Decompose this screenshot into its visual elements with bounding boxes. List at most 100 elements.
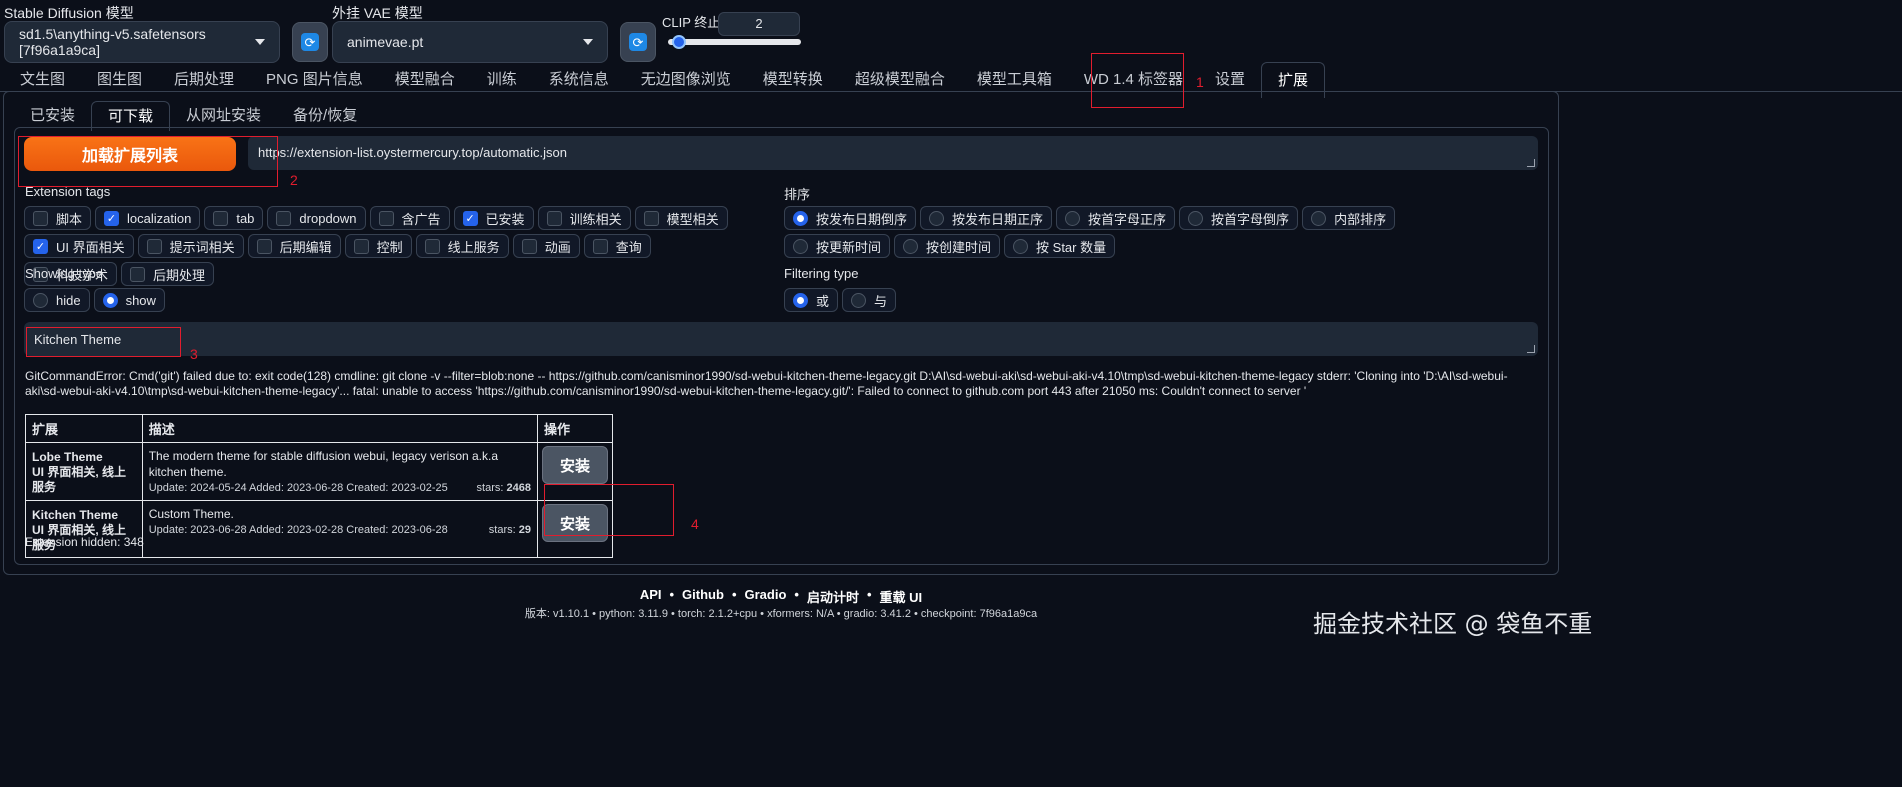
extension-search-input[interactable]: Kitchen Theme: [24, 322, 1538, 356]
showing-type-group: hide show: [24, 288, 165, 312]
footer-link[interactable]: 重载 UI: [880, 587, 923, 606]
tag-checkbox[interactable]: 查询: [583, 234, 651, 258]
option-label: 线上服务: [447, 239, 500, 255]
checkbox-icon[interactable]: [521, 238, 537, 254]
radio-icon[interactable]: [1311, 210, 1327, 226]
radio-icon[interactable]: [903, 238, 919, 254]
checkbox-icon[interactable]: [643, 210, 659, 226]
checkbox-checked-icon[interactable]: ✓: [104, 210, 120, 226]
option-label: 按创建时间: [926, 239, 992, 255]
stars-label: stars:: [476, 482, 504, 494]
option-label: 按 Star 数量: [1036, 239, 1107, 255]
install-button[interactable]: 安装: [541, 446, 608, 484]
clip-skip-input[interactable]: 2: [718, 12, 800, 36]
extension-tags-group: 脚本 ✓ localization tab dropdown 含广告 ✓ 已安装 训练相关 模型相…: [24, 206, 744, 286]
option-label: dropdown: [299, 210, 357, 226]
checkbox-icon[interactable]: [276, 210, 292, 226]
radio-selected-icon[interactable]: [793, 210, 808, 226]
checkbox-icon[interactable]: [146, 238, 162, 254]
option-label: 含广告: [401, 211, 441, 227]
tag-checkbox[interactable]: 脚本: [24, 206, 92, 230]
checkbox-icon[interactable]: [130, 266, 146, 282]
tag-checkbox[interactable]: ✓ 已安装: [453, 206, 534, 230]
radio-option[interactable]: 按 Star 数量: [1004, 234, 1116, 258]
filtering-type-group: 或与: [784, 288, 897, 312]
tag-checkbox[interactable]: 后期处理: [121, 262, 215, 286]
column-header-action: 操作: [536, 414, 614, 443]
checkbox-icon[interactable]: [256, 238, 272, 254]
vae-dropdown[interactable]: animevae.pt: [332, 21, 608, 63]
radio-option[interactable]: 按更新时间: [784, 234, 891, 258]
tag-checkbox[interactable]: 模型相关: [634, 206, 728, 230]
extension-description: The modern theme for stable diffusion we…: [148, 449, 499, 479]
checkbox-icon[interactable]: [592, 238, 608, 254]
radio-option[interactable]: 按首字母正序: [1056, 206, 1176, 230]
footer-separator: •: [866, 587, 872, 602]
radio-icon[interactable]: [929, 210, 945, 226]
tag-checkbox[interactable]: 训练相关: [537, 206, 631, 230]
tag-checkbox[interactable]: 线上服务: [415, 234, 509, 258]
radio-option[interactable]: hide: [24, 288, 90, 312]
tag-checkbox[interactable]: 动画: [512, 234, 580, 258]
checkbox-icon[interactable]: [546, 210, 562, 226]
radio-option[interactable]: 按发布日期倒序: [784, 206, 917, 230]
stars-count: 29: [518, 524, 531, 536]
sd-model-dropdown[interactable]: sd1.5\anything-v5.safetensors [7f96a1a9c…: [4, 21, 280, 63]
option-label: 控制: [376, 239, 403, 255]
radio-option[interactable]: 按创建时间: [894, 234, 1001, 258]
vae-label: 外挂 VAE 模型: [332, 5, 423, 21]
radio-icon[interactable]: [1013, 238, 1029, 254]
tag-checkbox[interactable]: 后期编辑: [247, 234, 341, 258]
checkbox-checked-icon[interactable]: ✓: [462, 210, 478, 226]
footer-link[interactable]: 启动计时: [807, 587, 859, 606]
radio-option[interactable]: 按发布日期正序: [920, 206, 1053, 230]
tag-checkbox[interactable]: 提示词相关: [137, 234, 244, 258]
annotation-box-1: [1091, 53, 1184, 108]
clip-skip-slider-thumb[interactable]: [672, 35, 686, 49]
sort-label: 排序: [784, 187, 811, 202]
radio-icon[interactable]: [33, 292, 48, 308]
option-label: hide: [56, 292, 81, 308]
refresh-sd-model-button[interactable]: ⟳: [292, 22, 328, 62]
radio-icon[interactable]: [1065, 210, 1081, 226]
checkbox-checked-icon[interactable]: ✓: [33, 238, 48, 254]
checkbox-icon[interactable]: [353, 238, 369, 254]
refresh-vae-button[interactable]: ⟳: [620, 22, 656, 62]
radio-selected-icon[interactable]: [793, 292, 808, 308]
radio-selected-icon[interactable]: [102, 292, 118, 308]
extension-index-url-input[interactable]: https://extension-list.oystermercury.top…: [248, 136, 1538, 170]
extension-tags: UI 界面相关, 线上服务: [32, 465, 127, 494]
tag-checkbox[interactable]: tab: [204, 206, 264, 230]
checkbox-icon[interactable]: [213, 210, 229, 226]
option-label: show: [125, 292, 156, 308]
tag-checkbox[interactable]: dropdown: [267, 206, 366, 230]
tag-checkbox[interactable]: ✓ localization: [95, 206, 201, 230]
checkbox-icon[interactable]: [378, 210, 394, 226]
checkbox-icon[interactable]: [424, 238, 440, 254]
radio-option[interactable]: 与: [842, 288, 897, 312]
extension-name[interactable]: Lobe Theme: [32, 450, 136, 465]
tag-checkbox[interactable]: 控制: [344, 234, 412, 258]
clip-skip-slider[interactable]: [668, 39, 801, 45]
footer-separator: •: [669, 587, 675, 602]
radio-icon[interactable]: [851, 292, 867, 308]
radio-option[interactable]: show: [93, 288, 165, 312]
footer-link[interactable]: Gradio: [745, 587, 787, 606]
extension-name[interactable]: Kitchen Theme: [32, 508, 136, 523]
radio-option[interactable]: 按首字母倒序: [1179, 206, 1299, 230]
radio-option[interactable]: 或: [784, 288, 839, 312]
radio-option[interactable]: 内部排序: [1302, 206, 1396, 230]
radio-icon[interactable]: [793, 238, 808, 254]
checkbox-icon[interactable]: [33, 210, 48, 226]
option-label: 训练相关: [569, 211, 622, 227]
footer-link[interactable]: Github: [682, 587, 724, 606]
extension-dates: Update: 2024-05-24 Added: 2023-06-28 Cre…: [148, 482, 448, 494]
footer-link[interactable]: API: [640, 587, 662, 606]
extension-index-url-value: https://extension-list.oystermercury.top…: [258, 145, 567, 160]
sd-model-label: Stable Diffusion 模型: [4, 5, 134, 21]
footer-separator: •: [794, 587, 799, 602]
radio-icon[interactable]: [1188, 210, 1204, 226]
tag-checkbox[interactable]: ✓ UI 界面相关: [24, 234, 134, 258]
extension-hidden-count: Extension hidden: 348: [25, 535, 144, 549]
tag-checkbox[interactable]: 含广告: [369, 206, 450, 230]
